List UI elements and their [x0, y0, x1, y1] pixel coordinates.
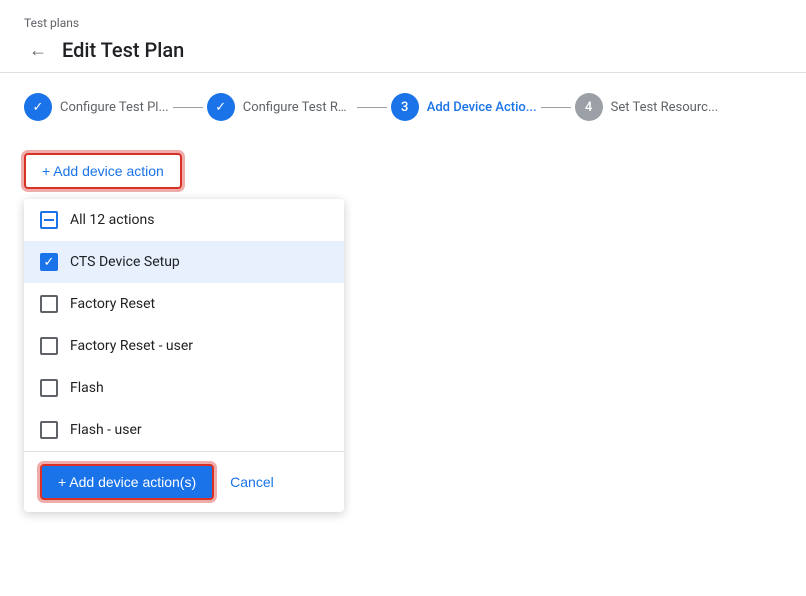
header: Test plans ← Edit Test Plan	[0, 0, 806, 73]
connector-2	[357, 107, 387, 108]
back-icon: ←	[29, 40, 47, 61]
checkbox-flash-user	[40, 421, 58, 439]
list-item-factory-reset-user[interactable]: Factory Reset - user	[24, 325, 344, 367]
item-flash-label: Flash	[70, 380, 104, 396]
main-content: + Add device action All 12 actions ✓ CTS…	[0, 137, 806, 596]
step-3: 3 Add Device Actio...	[391, 93, 537, 121]
checkbox-factory-reset	[40, 295, 58, 313]
cancel-button[interactable]: Cancel	[226, 466, 278, 498]
checkbox-cts: ✓	[40, 253, 58, 271]
step-1-circle: ✓	[24, 93, 52, 121]
step-1-label: Configure Test Pl...	[60, 100, 169, 115]
step-1: ✓ Configure Test Pl...	[24, 93, 169, 121]
item-factory-reset-user-label: Factory Reset - user	[70, 338, 193, 354]
breadcrumb: Test plans	[24, 16, 782, 30]
add-device-action-button[interactable]: + Add device action	[24, 153, 182, 189]
page-title: Edit Test Plan	[62, 38, 184, 62]
step-2-circle: ✓	[207, 93, 235, 121]
step-4-label: Set Test Resourc...	[611, 100, 719, 115]
list-item-factory-reset[interactable]: Factory Reset	[24, 283, 344, 325]
stepper: ✓ Configure Test Pl... ✓ Configure Test …	[0, 73, 806, 137]
checkmark-cts: ✓	[44, 256, 55, 269]
item-factory-reset-label: Factory Reset	[70, 296, 155, 312]
step-4-circle: 4	[575, 93, 603, 121]
dropdown-list: All 12 actions ✓ CTS Device Setup Factor…	[24, 199, 344, 452]
back-button[interactable]: ←	[24, 36, 52, 64]
list-item-flash[interactable]: Flash	[24, 367, 344, 409]
item-flash-user-label: Flash - user	[70, 422, 142, 438]
step-2: ✓ Configure Test Ru...	[207, 93, 353, 121]
checkbox-all	[40, 211, 58, 229]
item-cts-label: CTS Device Setup	[70, 254, 180, 270]
connector-1	[173, 107, 203, 108]
step-3-circle: 3	[391, 93, 419, 121]
list-item-all[interactable]: All 12 actions	[24, 199, 344, 241]
checkbox-factory-reset-user	[40, 337, 58, 355]
step-2-label: Configure Test Ru...	[243, 100, 353, 115]
step-3-icon: 3	[401, 100, 408, 115]
page-container: Test plans ← Edit Test Plan ✓ Configure …	[0, 0, 806, 596]
step-4-icon: 4	[585, 100, 592, 115]
list-item-flash-user[interactable]: Flash - user	[24, 409, 344, 451]
step-3-label: Add Device Actio...	[427, 100, 537, 115]
add-device-actions-button[interactable]: + Add device action(s)	[40, 464, 214, 500]
indeterminate-bar	[44, 219, 54, 221]
step-2-icon: ✓	[215, 100, 226, 115]
item-all-label: All 12 actions	[70, 212, 155, 228]
checkbox-flash	[40, 379, 58, 397]
title-row: ← Edit Test Plan	[24, 36, 782, 64]
step-4: 4 Set Test Resourc...	[575, 93, 719, 121]
dropdown-footer: + Add device action(s) Cancel	[24, 452, 344, 512]
list-item-cts[interactable]: ✓ CTS Device Setup	[24, 241, 344, 283]
dropdown-panel: All 12 actions ✓ CTS Device Setup Factor…	[24, 199, 344, 512]
step-1-icon: ✓	[33, 100, 44, 115]
connector-3	[541, 107, 571, 108]
